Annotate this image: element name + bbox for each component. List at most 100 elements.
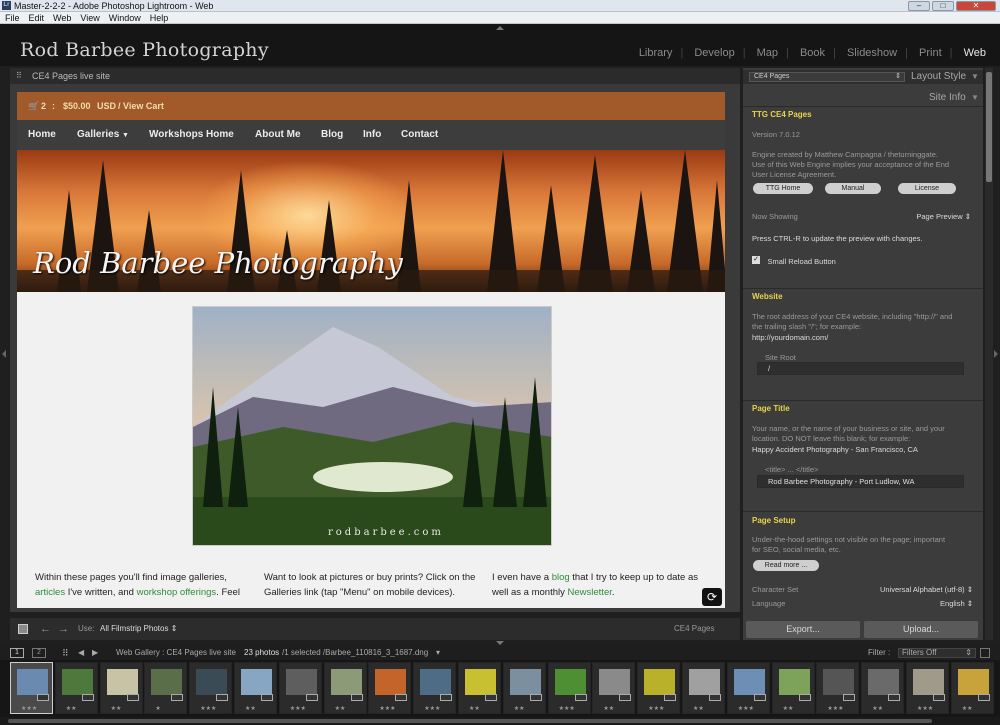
filmstrip-thumbnail[interactable]: ★★ [458, 662, 501, 714]
export-button[interactable]: Export... [746, 621, 860, 638]
site-root-field[interactable]: / [757, 362, 964, 375]
checkbox-checked-icon[interactable]: ✓ [752, 255, 760, 264]
monitor-1-button[interactable]: 1 [10, 648, 24, 658]
filmstrip-thumbnail[interactable]: ★★★ [726, 662, 770, 714]
menu-file[interactable]: File [5, 13, 20, 23]
thumbnail-image [868, 669, 900, 695]
small-reload-checkbox-row[interactable]: ✓ Small Reload Button [743, 251, 983, 269]
forward-arrow-icon[interactable]: ▶ [92, 646, 98, 660]
filmstrip-thumbnail[interactable]: ★★★ [413, 662, 457, 714]
use-selector[interactable]: All Filmstrip Photos ⇕ [100, 618, 177, 640]
filmstrip-thumbnail[interactable]: ★★★ [368, 662, 412, 714]
filmstrip-thumbnail[interactable]: ★ [144, 662, 188, 714]
filmstrip-thumbnail[interactable]: ★★★ [906, 662, 949, 714]
filmstrip-thumbnail[interactable]: ★★ [502, 662, 546, 714]
filmstrip-thumbnail[interactable]: ★★ [99, 662, 143, 714]
nav-contact[interactable]: Contact [401, 120, 438, 150]
menu-help[interactable]: Help [150, 13, 169, 23]
collapse-right-arrow-icon[interactable] [994, 350, 998, 358]
menu-view[interactable]: View [80, 13, 99, 23]
minimize-button[interactable]: – [908, 1, 930, 11]
source-dropdown-icon[interactable]: ▾ [436, 646, 440, 660]
nav-galleries-label: Galleries [77, 129, 120, 140]
back-arrow-icon[interactable]: ◀ [78, 646, 84, 660]
nav-home[interactable]: Home [28, 120, 56, 150]
thumbnail-image [61, 669, 93, 695]
filmstrip-thumbnail[interactable]: ★★ [861, 662, 905, 714]
manual-button[interactable]: Manual [825, 183, 881, 194]
module-web[interactable]: Web [964, 47, 986, 59]
nav-about-me[interactable]: About Me [255, 120, 301, 150]
module-library[interactable]: Library [639, 47, 673, 59]
layout-select[interactable]: CE4 Pages ⇕ [749, 72, 905, 82]
filmstrip-source[interactable]: Web Gallery : CE4 Pages live site [116, 646, 236, 660]
site-info-panel-header[interactable]: Site Info ▼ [743, 88, 983, 106]
filmstrip-thumbnail[interactable]: ★★ [54, 662, 98, 714]
window-title-bar[interactable]: Lr Master-2-2-2 - Adobe Photoshop Lightr… [0, 0, 1000, 12]
newsletter-link[interactable]: Newsletter [568, 587, 612, 598]
nav-info[interactable]: Info [363, 120, 381, 150]
ttg-home-button[interactable]: TTG Home [753, 183, 813, 194]
nav-workshops-home[interactable]: Workshops Home [149, 120, 234, 150]
menu-window[interactable]: Window [109, 13, 141, 23]
filmstrip-thumbnail[interactable]: ★★ [592, 662, 636, 714]
thumbnail-image [957, 669, 989, 695]
menu-edit[interactable]: Edit [29, 13, 45, 23]
read-more-button[interactable]: Read more ... [753, 560, 819, 571]
filmstrip-thumbnail[interactable]: ★★ [771, 662, 815, 714]
filmstrip-thumbnail[interactable]: ★★ [950, 662, 994, 714]
grid-icon[interactable]: ⠿ [16, 72, 24, 80]
collapse-left-arrow-icon[interactable] [2, 350, 6, 358]
monitor-2-button[interactable]: 2 [32, 648, 46, 658]
blog-link[interactable]: blog [552, 572, 570, 583]
module-develop[interactable]: Develop [694, 47, 734, 59]
filmstrip-thumbnail[interactable]: ★★★ [278, 662, 322, 714]
use-label: Use: [78, 624, 95, 633]
charset-select[interactable]: Universal Alphabet (utf-8) ⇕ [743, 585, 983, 594]
layout-style-label: Layout Style [911, 71, 967, 82]
cart-icon[interactable]: 🛒 [28, 92, 39, 120]
filmstrip-thumbnail[interactable]: ★★★ [189, 662, 233, 714]
col1-text-b: I've written, and [65, 587, 137, 598]
reload-icon[interactable]: ⟳ [702, 588, 722, 606]
filmstrip-thumbnail[interactable]: ★★ [323, 662, 367, 714]
forward-arrow-icon[interactable]: → [58, 618, 69, 640]
filmstrip-scrollbar[interactable] [0, 717, 1000, 725]
preview-title: CE4 Pages live site [32, 71, 111, 81]
page-title-field[interactable]: Rod Barbee Photography - Port Ludlow, WA [757, 475, 964, 488]
maximize-button[interactable]: □ [932, 1, 954, 11]
edit-badge-icon [977, 694, 990, 701]
filmstrip-thumbnail[interactable]: ★★ [682, 662, 725, 714]
stop-square-icon[interactable] [18, 624, 28, 634]
filmstrip-thumbnail[interactable]: ★★★ [816, 662, 860, 714]
filmstrip-thumbnail[interactable]: ★★★ [547, 662, 591, 714]
view-cart-link[interactable]: / View Cart [118, 92, 164, 120]
menu-web[interactable]: Web [53, 13, 71, 23]
language-select[interactable]: English ⇕ [743, 599, 983, 608]
filmstrip-thumbnail[interactable]: ★★★ [10, 662, 53, 714]
now-showing-select[interactable]: Page Preview ⇕ [743, 212, 983, 221]
filter-select[interactable]: Filters Off ⇕ [898, 648, 976, 658]
filmstrip-thumbnail[interactable]: ★★★ [637, 662, 681, 714]
star-rating: ★★ [693, 706, 704, 712]
grid-view-icon[interactable]: ⠿ [62, 646, 69, 660]
workshop-offerings-link[interactable]: workshop offerings [137, 587, 217, 598]
nav-blog[interactable]: Blog [321, 120, 343, 150]
close-button[interactable]: ✕ [956, 1, 996, 11]
right-panel-scroll-thumb[interactable] [986, 72, 992, 182]
license-button[interactable]: License [898, 183, 956, 194]
filmstrip-scroll-thumb[interactable] [8, 719, 932, 723]
upload-button[interactable]: Upload... [864, 621, 978, 638]
module-map[interactable]: Map [757, 47, 778, 59]
filmstrip-thumbnail[interactable]: ★★ [234, 662, 277, 714]
collapse-top-arrow-icon[interactable] [496, 26, 504, 30]
module-slideshow[interactable]: Slideshow [847, 47, 897, 59]
collapse-bottom-arrow-icon[interactable] [496, 641, 504, 645]
back-arrow-icon[interactable]: ← [40, 618, 51, 640]
module-book[interactable]: Book [800, 47, 825, 59]
module-print[interactable]: Print [919, 47, 942, 59]
nav-galleries[interactable]: Galleries ▼ [77, 120, 129, 151]
filter-lock-icon[interactable] [980, 648, 990, 658]
collapse-triangle-icon[interactable]: ▼ [971, 72, 979, 81]
articles-link[interactable]: articles [35, 587, 65, 598]
